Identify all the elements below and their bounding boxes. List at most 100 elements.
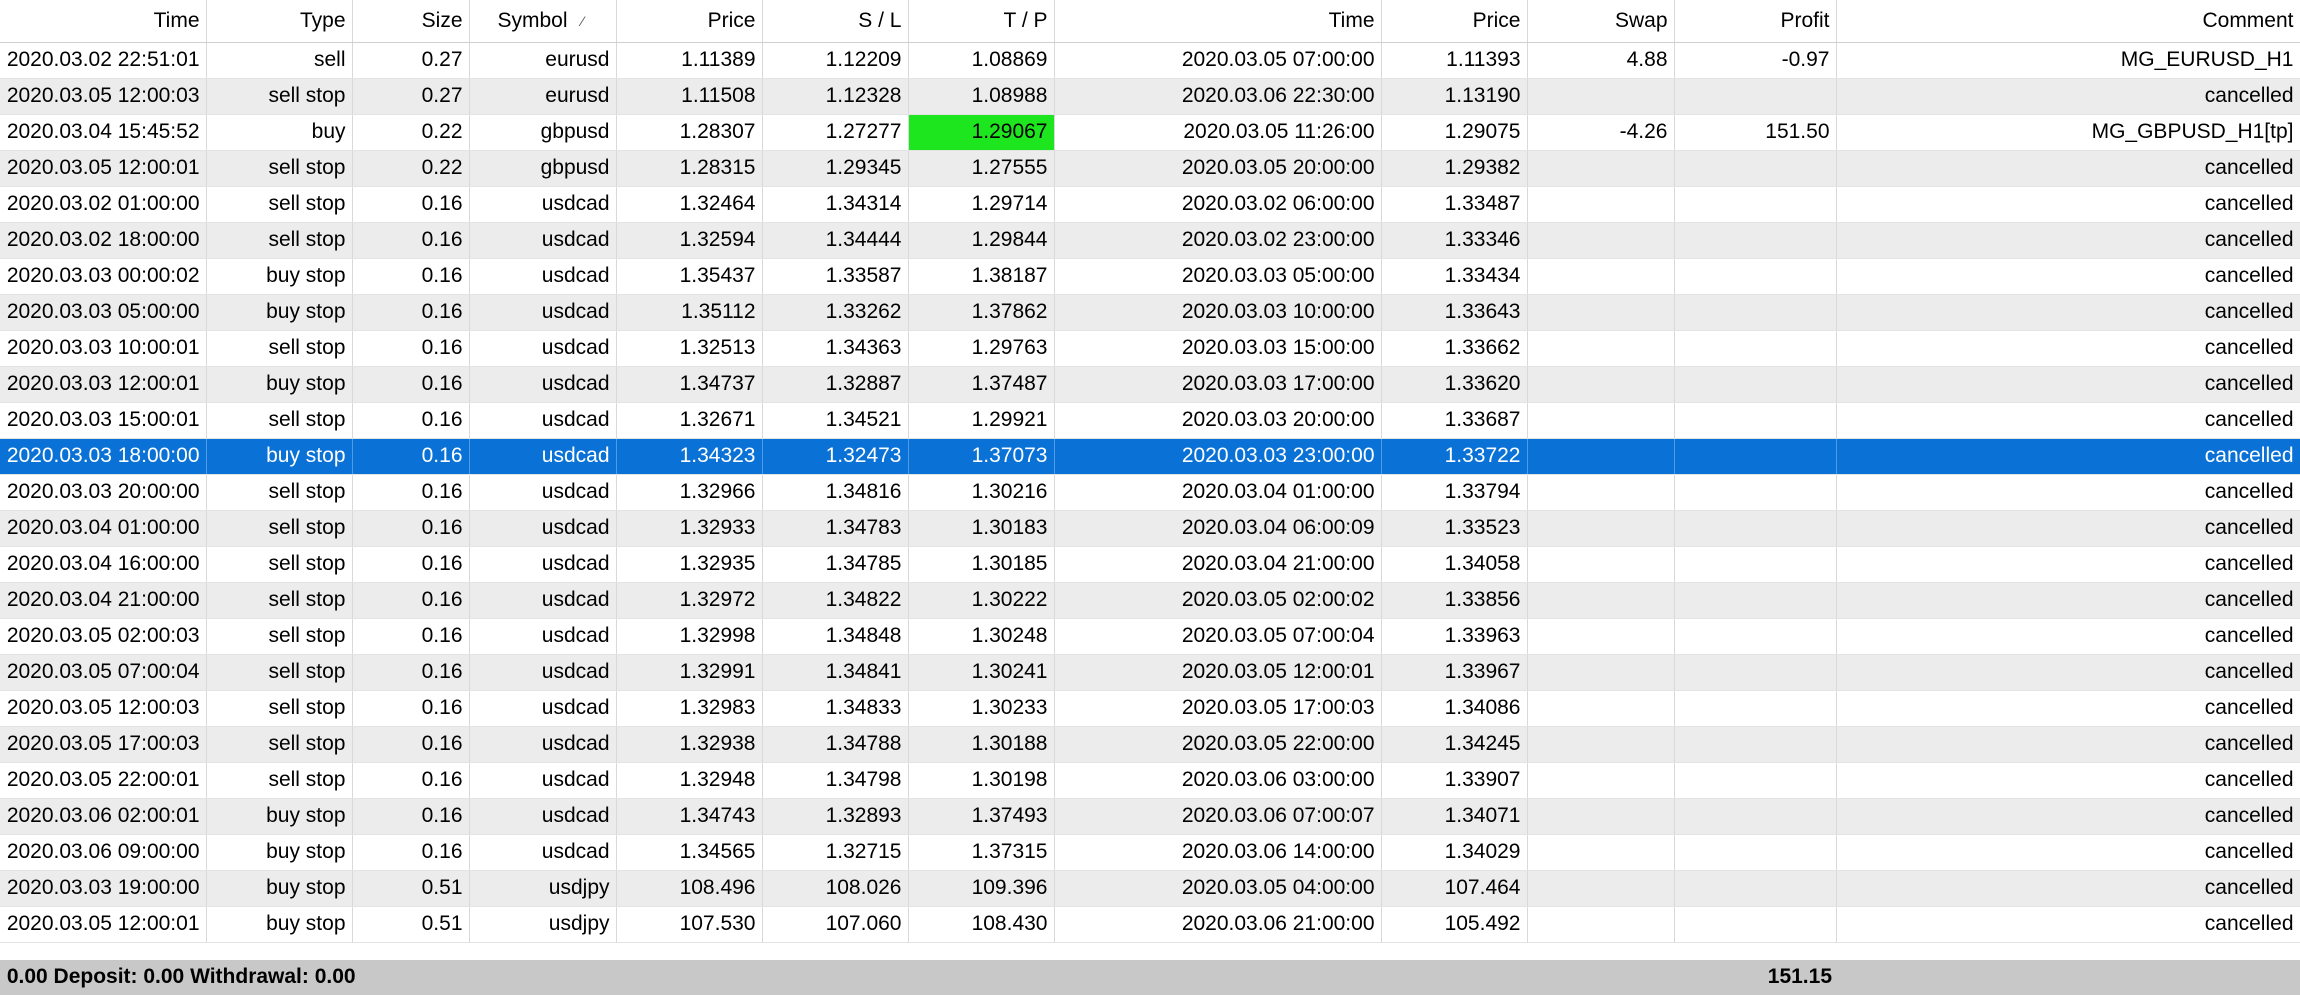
table-row[interactable]: 2020.03.05 07:00:04 sell stop 0.16 usdcad 1.… <box>0 654 2300 691</box>
column-header-comment[interactable]: Comment <box>1836 0 2300 43</box>
cell-close-time: 2020.03.05 12:00:01 <box>1054 654 1382 691</box>
table-row[interactable]: 2020.03.05 02:00:03 sell stop 0.16 usdcad 1.… <box>0 618 2300 655</box>
cell-symbol: usdcad <box>469 222 617 259</box>
cell-swap <box>1527 402 1675 439</box>
table-row[interactable]: 2020.03.05 22:00:01 sell stop 0.16 usdcad 1.… <box>0 762 2300 799</box>
table-row[interactable]: 2020.03.06 09:00:00 buy stop 0.16 usdcad 1.3… <box>0 834 2300 871</box>
table-row[interactable]: 2020.03.03 05:00:00 buy stop 0.16 usdcad 1.3… <box>0 294 2300 331</box>
cell-symbol: usdcad <box>469 546 617 583</box>
cell-swap <box>1527 582 1675 619</box>
cell-take-profit: 1.27555 <box>908 150 1055 187</box>
table-row[interactable]: 2020.03.05 12:00:03 sell stop 0.27 eurusd 1.… <box>0 78 2300 115</box>
table-row[interactable]: 2020.03.04 21:00:00 sell stop 0.16 usdcad 1.… <box>0 582 2300 619</box>
cell-symbol: usdcad <box>469 294 617 331</box>
cell-symbol: usdjpy <box>469 870 617 907</box>
cell-swap <box>1527 906 1675 943</box>
cell-close-time: 2020.03.06 03:00:00 <box>1054 762 1382 799</box>
cell-comment: cancelled <box>1836 726 2300 763</box>
column-header-open-price[interactable]: Price <box>616 0 763 43</box>
column-header-size[interactable]: Size <box>352 0 470 43</box>
cell-profit: 151.50 <box>1674 114 1837 151</box>
column-header-close-time[interactable]: Time <box>1054 0 1382 43</box>
cell-swap <box>1527 294 1675 331</box>
column-header-take-profit[interactable]: T / P <box>908 0 1055 43</box>
cell-symbol: usdcad <box>469 474 617 511</box>
cell-symbol: usdcad <box>469 330 617 367</box>
cell-open-time: 2020.03.05 17:00:03 <box>0 726 207 763</box>
cell-stop-loss: 1.27277 <box>762 114 909 151</box>
table-row[interactable]: 2020.03.02 22:51:01 sell 0.27 eurusd 1.11389… <box>0 42 2300 79</box>
cell-open-time: 2020.03.04 16:00:00 <box>0 546 207 583</box>
cell-close-time: 2020.03.06 22:30:00 <box>1054 78 1382 115</box>
cell-profit <box>1674 834 1837 871</box>
column-header-profit[interactable]: Profit <box>1674 0 1837 43</box>
table-row[interactable]: 2020.03.02 01:00:00 sell stop 0.16 usdcad 1.… <box>0 186 2300 223</box>
table-row[interactable]: 2020.03.03 20:00:00 sell stop 0.16 usdcad 1.… <box>0 474 2300 511</box>
cell-close-time: 2020.03.03 15:00:00 <box>1054 330 1382 367</box>
cell-swap <box>1527 474 1675 511</box>
cell-take-profit: 1.37315 <box>908 834 1055 871</box>
table-row[interactable]: 2020.03.03 10:00:01 sell stop 0.16 usdcad 1.… <box>0 330 2300 367</box>
table-row[interactable]: 2020.03.05 12:00:01 sell stop 0.22 gbpusd 1.… <box>0 150 2300 187</box>
cell-swap <box>1527 78 1675 115</box>
cell-symbol: usdcad <box>469 798 617 835</box>
cell-open-time: 2020.03.06 02:00:01 <box>0 798 207 835</box>
table-row[interactable]: 2020.03.03 18:00:00 buy stop 0.16 usdcad 1.3… <box>0 438 2300 475</box>
cell-comment: cancelled <box>1836 762 2300 799</box>
cell-comment: cancelled <box>1836 402 2300 439</box>
table-row[interactable]: 2020.03.02 18:00:00 sell stop 0.16 usdcad 1.… <box>0 222 2300 259</box>
cell-type: buy stop <box>206 258 353 295</box>
cell-close-price: 1.33856 <box>1381 582 1528 619</box>
cell-type: buy stop <box>206 906 353 943</box>
column-header-close-price[interactable]: Price <box>1381 0 1528 43</box>
cell-open-time: 2020.03.03 15:00:01 <box>0 402 207 439</box>
cell-profit <box>1674 222 1837 259</box>
column-header-swap[interactable]: Swap <box>1527 0 1675 43</box>
column-header-type[interactable]: Type <box>206 0 353 43</box>
cell-close-price: 1.33662 <box>1381 330 1528 367</box>
cell-stop-loss: 1.32887 <box>762 366 909 403</box>
cell-open-time: 2020.03.02 01:00:00 <box>0 186 207 223</box>
cell-open-price: 1.34737 <box>616 366 763 403</box>
cell-take-profit: 1.38187 <box>908 258 1055 295</box>
cell-open-price: 1.34565 <box>616 834 763 871</box>
table-row[interactable]: 2020.03.03 15:00:01 sell stop 0.16 usdcad 1.… <box>0 402 2300 439</box>
table-row[interactable]: 2020.03.05 17:00:03 sell stop 0.16 usdcad 1.… <box>0 726 2300 763</box>
cell-close-price: 1.33907 <box>1381 762 1528 799</box>
cell-close-price: 1.33967 <box>1381 654 1528 691</box>
cell-close-price: 1.34086 <box>1381 690 1528 727</box>
cell-close-price: 1.29382 <box>1381 150 1528 187</box>
cell-close-price: 1.33963 <box>1381 618 1528 655</box>
cell-comment: cancelled <box>1836 510 2300 547</box>
table-row[interactable]: 2020.03.04 16:00:00 sell stop 0.16 usdcad 1.… <box>0 546 2300 583</box>
cell-comment: cancelled <box>1836 618 2300 655</box>
cell-close-price: 1.33722 <box>1381 438 1528 475</box>
cell-close-price: 1.33643 <box>1381 294 1528 331</box>
header-row: Time Type Size Symbol ⁄ Price S / L T / P… <box>0 0 2300 43</box>
cell-open-time: 2020.03.03 18:00:00 <box>0 438 207 475</box>
table-row[interactable]: 2020.03.04 01:00:00 sell stop 0.16 usdcad 1.… <box>0 510 2300 547</box>
cell-stop-loss: 1.12209 <box>762 42 909 79</box>
cell-take-profit: 1.30233 <box>908 690 1055 727</box>
cell-open-price: 1.34323 <box>616 438 763 475</box>
table-row[interactable]: 2020.03.06 02:00:01 buy stop 0.16 usdcad 1.3… <box>0 798 2300 835</box>
table-row[interactable]: 2020.03.04 15:45:52 buy 0.22 gbpusd 1.28307 1… <box>0 114 2300 151</box>
column-header-symbol[interactable]: Symbol ⁄ <box>469 0 617 43</box>
cell-size: 0.16 <box>352 330 470 367</box>
cell-close-price: 1.34071 <box>1381 798 1528 835</box>
table-row[interactable]: 2020.03.05 12:00:03 sell stop 0.16 usdcad 1.… <box>0 690 2300 727</box>
table-row[interactable]: 2020.03.03 12:00:01 buy stop 0.16 usdcad 1.3… <box>0 366 2300 403</box>
column-header-stop-loss[interactable]: S / L <box>762 0 909 43</box>
cell-open-price: 1.35112 <box>616 294 763 331</box>
cell-stop-loss: 1.34521 <box>762 402 909 439</box>
cell-open-price: 1.32938 <box>616 726 763 763</box>
table-row[interactable]: 2020.03.03 00:00:02 buy stop 0.16 usdcad 1.3… <box>0 258 2300 295</box>
cell-open-price: 1.32594 <box>616 222 763 259</box>
cell-close-price: 1.33687 <box>1381 402 1528 439</box>
cell-open-time: 2020.03.05 22:00:01 <box>0 762 207 799</box>
cell-close-time: 2020.03.05 11:26:00 <box>1054 114 1382 151</box>
table-row[interactable]: 2020.03.03 19:00:00 buy stop 0.51 usdjpy 108… <box>0 870 2300 907</box>
table-row[interactable]: 2020.03.05 12:00:01 buy stop 0.51 usdjpy 107… <box>0 906 2300 943</box>
cell-open-time: 2020.03.03 00:00:02 <box>0 258 207 295</box>
column-header-open-time[interactable]: Time <box>0 0 207 43</box>
